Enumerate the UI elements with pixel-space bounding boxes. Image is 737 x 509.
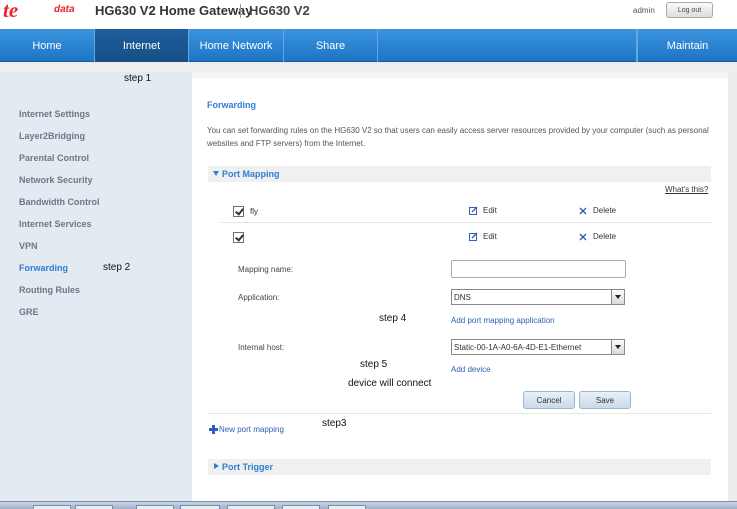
- taskbar-app-button[interactable]: [227, 505, 275, 509]
- save-button[interactable]: Save: [579, 391, 631, 409]
- application-label: Application:: [238, 293, 280, 302]
- sidebar-item-network-security[interactable]: Network Security: [19, 175, 93, 185]
- taskbar-app-button[interactable]: [180, 505, 220, 509]
- sidebar-item-forwarding[interactable]: Forwarding: [19, 263, 68, 273]
- port-mapping-header[interactable]: Port Mapping: [208, 166, 711, 182]
- brand-logo: te data: [3, 0, 81, 22]
- port-trigger-header[interactable]: Port Trigger: [208, 459, 711, 475]
- row-divider: [220, 222, 711, 223]
- current-user: admin: [633, 6, 655, 15]
- sidebar-item-layer2bridging[interactable]: Layer2Bridging: [19, 131, 85, 141]
- row-1-delete-button[interactable]: Delete: [579, 206, 616, 215]
- sidebar-item-internet-settings[interactable]: Internet Settings: [19, 109, 90, 119]
- plus-icon: [209, 425, 218, 434]
- annotation-step-1: step 1: [124, 73, 152, 84]
- sidebar-item-internet-services[interactable]: Internet Services: [19, 219, 92, 229]
- os-taskbar: [0, 501, 737, 509]
- row-1-edit-label: Edit: [483, 206, 497, 215]
- delete-icon: [579, 207, 587, 215]
- mapping-name-input[interactable]: [451, 260, 626, 278]
- new-port-mapping-link[interactable]: New port mapping: [209, 425, 284, 434]
- nav-underline: [0, 62, 737, 72]
- cancel-button[interactable]: Cancel: [523, 391, 575, 409]
- nav-tab-share[interactable]: Share: [284, 29, 378, 62]
- sidebar: Internet Settings Layer2Bridging Parenta…: [0, 72, 192, 509]
- whats-this-link[interactable]: What's this?: [665, 185, 708, 194]
- content-panel: Forwarding You can set forwarding rules …: [192, 78, 737, 509]
- internal-host-select[interactable]: Static-00-1A-A0-6A-4D-E1-Ethernet: [451, 339, 625, 355]
- logo-subtext: data: [54, 4, 75, 15]
- nav-tab-home[interactable]: Home: [0, 29, 95, 62]
- taskbar-app-button[interactable]: [282, 505, 320, 509]
- nav-tab-internet[interactable]: Internet: [95, 29, 189, 62]
- taskbar-app-button[interactable]: [328, 505, 366, 509]
- gateway-window: te data HG630 V2 Home Gateway HG630 V2 a…: [0, 0, 737, 509]
- row-2-edit-label: Edit: [483, 232, 497, 241]
- sidebar-item-bandwidth-control[interactable]: Bandwidth Control: [19, 197, 100, 207]
- page-title: Forwarding: [207, 100, 256, 110]
- header-bar: te data HG630 V2 Home Gateway HG630 V2 a…: [0, 0, 737, 29]
- sidebar-item-parental-control[interactable]: Parental Control: [19, 153, 89, 163]
- form-divider: [208, 413, 711, 414]
- row-1-delete-label: Delete: [593, 206, 617, 215]
- application-select[interactable]: DNS: [451, 289, 625, 305]
- taskbar-app-button[interactable]: [75, 505, 113, 509]
- nav-tab-maintain[interactable]: Maintain: [637, 29, 737, 62]
- annotation-step-3: step3: [322, 418, 347, 429]
- sidebar-item-routing-rules[interactable]: Routing Rules: [19, 285, 80, 295]
- taskbar-app-button[interactable]: [136, 505, 174, 509]
- annotation-step-5: step 5: [360, 359, 388, 370]
- row-1-name: fly: [250, 207, 258, 216]
- logout-button[interactable]: Log out: [666, 2, 713, 18]
- nav-spacer: [378, 29, 637, 62]
- page-scrollbar[interactable]: [728, 72, 737, 502]
- internal-host-select-value: Static-00-1A-A0-6A-4D-E1-Ethernet: [454, 342, 582, 352]
- edit-icon: [469, 206, 478, 215]
- delete-icon: [579, 233, 587, 241]
- add-device-link[interactable]: Add device: [451, 365, 491, 374]
- application-select-value: DNS: [454, 292, 471, 302]
- row-1-edit-button[interactable]: Edit: [469, 206, 497, 215]
- taskbar-app-button[interactable]: [33, 505, 71, 509]
- port-trigger-label: Port Trigger: [222, 462, 274, 472]
- nav-tab-home-network[interactable]: Home Network: [189, 29, 284, 62]
- dropdown-arrow-icon[interactable]: [611, 340, 624, 354]
- edit-icon: [469, 232, 478, 241]
- annotation-step-2: step 2: [103, 262, 131, 273]
- mapping-name-label: Mapping name:: [238, 265, 294, 274]
- logo-mark: te: [3, 0, 19, 22]
- new-port-mapping-label: New port mapping: [219, 425, 284, 434]
- port-mapping-label: Port Mapping: [222, 169, 280, 179]
- add-application-link[interactable]: Add port mapping application: [451, 316, 555, 325]
- row-2-delete-label: Delete: [593, 232, 617, 241]
- annotation-device-note: device will connect: [348, 378, 432, 389]
- internal-host-label: Internal host:: [238, 343, 285, 352]
- sidebar-item-gre[interactable]: GRE: [19, 307, 39, 317]
- model-name: HG630 V2: [249, 3, 310, 18]
- annotation-step-4: step 4: [379, 313, 407, 324]
- collapse-caret-icon: [213, 171, 219, 176]
- row-1-checkbox[interactable]: [233, 206, 244, 217]
- row-2-delete-button[interactable]: Delete: [579, 232, 616, 241]
- sidebar-item-vpn[interactable]: VPN: [19, 241, 38, 251]
- dropdown-arrow-icon[interactable]: [611, 290, 624, 304]
- expand-caret-icon: [214, 463, 219, 469]
- main-nav: Home Internet Home Network Share Maintai…: [0, 29, 737, 62]
- product-title: HG630 V2 Home Gateway: [95, 3, 253, 18]
- row-2-edit-button[interactable]: Edit: [469, 232, 497, 241]
- row-2-checkbox[interactable]: [233, 232, 244, 243]
- page-description: You can set forwarding rules on the HG63…: [207, 126, 709, 148]
- header-divider: [240, 4, 241, 18]
